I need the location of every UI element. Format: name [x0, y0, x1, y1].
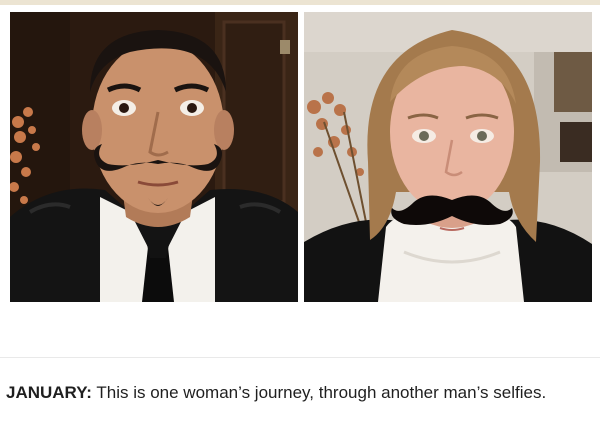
photo-man-drawing	[10, 12, 298, 302]
caption-divider	[0, 357, 600, 358]
caption-lead: JANUARY:	[6, 383, 92, 402]
top-rule	[0, 0, 600, 5]
photo-man-with-curled-mustache	[10, 12, 298, 302]
photo-woman-drawing	[304, 12, 592, 302]
caption-text: This is one woman’s journey, through ano…	[96, 383, 547, 402]
photo-woman-with-fake-mustache	[304, 12, 592, 302]
caption: JANUARY: This is one woman’s journey, th…	[6, 378, 591, 407]
